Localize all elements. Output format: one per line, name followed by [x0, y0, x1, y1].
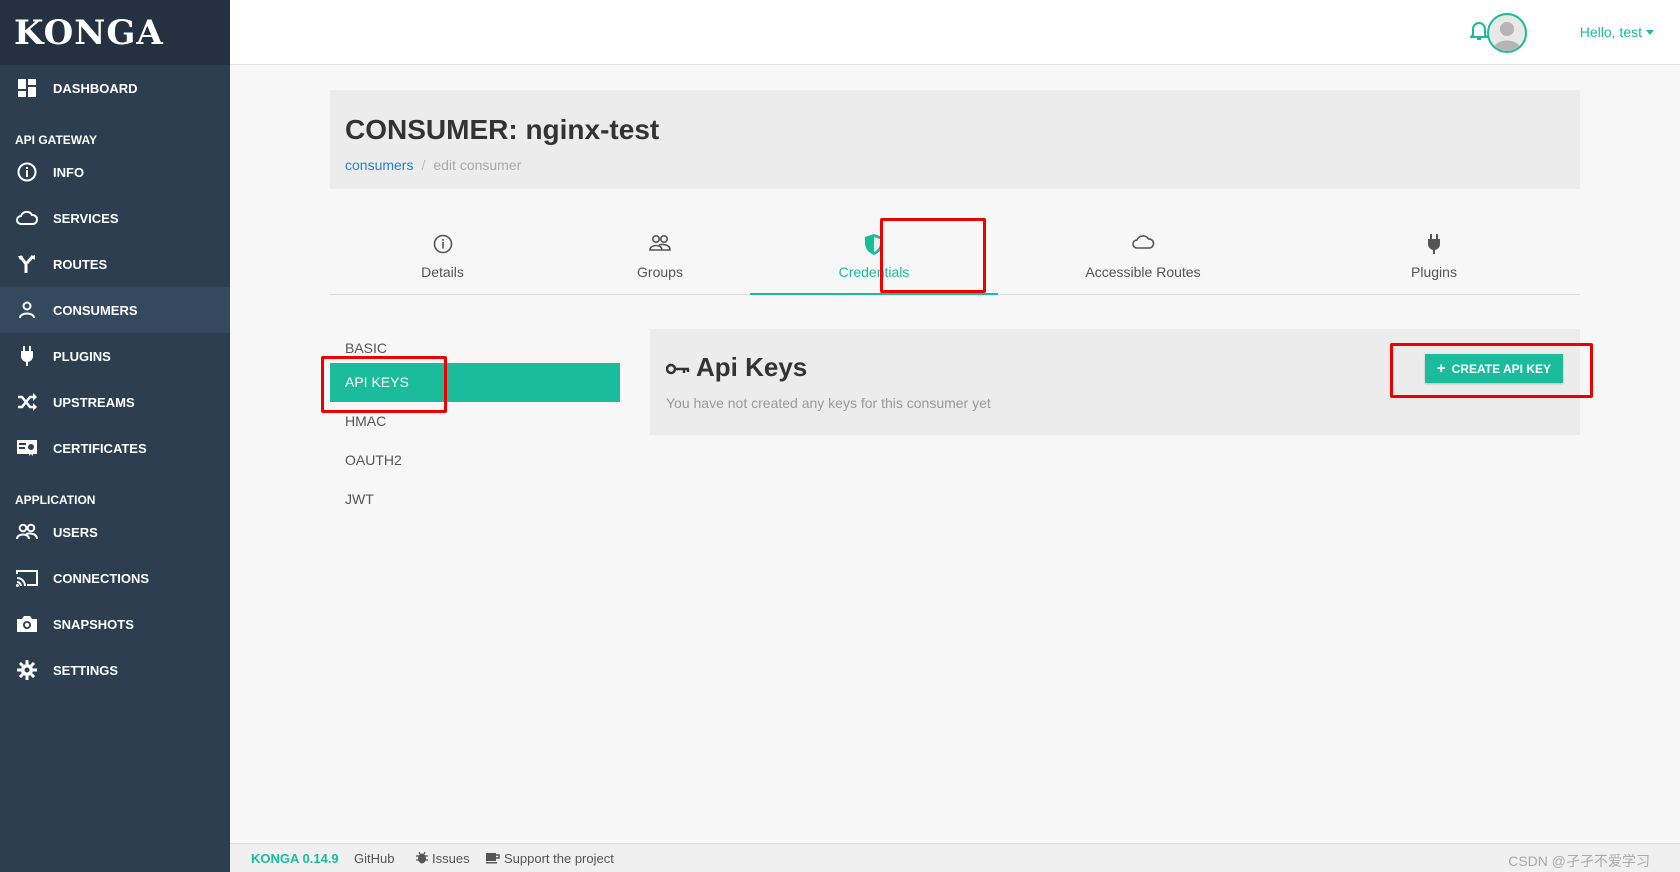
- sidebar-item-dashboard[interactable]: DASHBOARD: [0, 65, 230, 111]
- footer-support-link[interactable]: Support the project: [504, 851, 614, 866]
- sidebar-item-connections[interactable]: CONNECTIONS: [0, 555, 230, 601]
- tab-details[interactable]: Details: [330, 218, 555, 295]
- footer-version: KONGA 0.14.9: [251, 851, 339, 866]
- users-icon: [649, 234, 671, 255]
- highlight-box-api-keys: [321, 356, 447, 413]
- shuffle-icon: [16, 391, 38, 413]
- top-bar: Hello, test: [230, 0, 1680, 65]
- sidebar-item-label: CONSUMERS: [53, 302, 138, 318]
- avatar[interactable]: [1487, 13, 1527, 53]
- sidebar: KONGA DASHBOARD API GATEWAY INFO SERVICE…: [0, 0, 230, 872]
- footer-issues-link[interactable]: Issues: [432, 851, 470, 866]
- cloud-icon: [1131, 234, 1155, 253]
- sidebar-item-settings[interactable]: SETTINGS: [0, 647, 230, 693]
- breadcrumb-consumers[interactable]: consumers: [345, 157, 413, 173]
- certificate-icon: [16, 437, 38, 459]
- breadcrumb: consumers / edit consumer: [345, 157, 521, 173]
- sidebar-item-label: INFO: [53, 164, 85, 180]
- sidebar-item-users[interactable]: USERS: [0, 509, 230, 555]
- credential-jwt[interactable]: JWT: [330, 480, 620, 519]
- highlight-box-credentials: [880, 218, 986, 293]
- logo-bar: KONGA: [0, 0, 230, 65]
- cloud-icon: [16, 207, 38, 229]
- users-icon: [16, 521, 38, 543]
- sidebar-item-label: SNAPSHOTS: [53, 616, 134, 632]
- highlight-box-create-button: [1390, 343, 1593, 398]
- sidebar-item-label: CERTIFICATES: [53, 440, 147, 456]
- sidebar-item-certificates[interactable]: CERTIFICATES: [0, 425, 230, 471]
- breadcrumb-current: edit consumer: [433, 157, 522, 173]
- routes-icon: [16, 253, 38, 275]
- sidebar-item-label: UPSTREAMS: [53, 394, 135, 410]
- tab-accessible-routes[interactable]: Accessible Routes: [998, 218, 1288, 295]
- footer-github-link[interactable]: GitHub: [354, 851, 394, 866]
- sidebar-item-label: ROUTES: [53, 256, 108, 272]
- footer: KONGA 0.14.9 GitHub Issues Support the p…: [230, 843, 1680, 872]
- sidebar-item-label: SERVICES: [53, 210, 119, 226]
- sidebar-item-snapshots[interactable]: SNAPSHOTS: [0, 601, 230, 647]
- plug-icon: [1427, 234, 1441, 257]
- tab-label: Details: [421, 264, 464, 280]
- tab-label: Accessible Routes: [1085, 264, 1201, 280]
- sidebar-item-label: PLUGINS: [53, 348, 111, 364]
- user-icon: [16, 299, 38, 321]
- plug-icon: [16, 345, 38, 367]
- sidebar-item-info[interactable]: INFO: [0, 149, 230, 195]
- credential-oauth2[interactable]: OAUTH2: [330, 441, 620, 480]
- bell-icon[interactable]: [1468, 21, 1490, 46]
- coffee-icon: [486, 851, 500, 867]
- chevron-down-icon[interactable]: [1646, 30, 1654, 35]
- sidebar-item-label: SETTINGS: [53, 662, 119, 678]
- key-icon: [665, 362, 690, 381]
- panel-title: Api Keys: [696, 352, 808, 382]
- konga-logo[interactable]: KONGA: [14, 13, 164, 53]
- empty-message: You have not created any keys for this c…: [666, 395, 991, 411]
- sidebar-item-consumers[interactable]: CONSUMERS: [0, 287, 230, 333]
- page-title: CONSUMER: nginx-test: [345, 114, 660, 145]
- dashboard-icon: [16, 77, 38, 99]
- page-header: CONSUMER: nginx-test consumers / edit cons…: [330, 90, 1580, 189]
- sidebar-item-upstreams[interactable]: UPSTREAMS: [0, 379, 230, 425]
- camera-icon: [16, 613, 38, 635]
- tab-plugins[interactable]: Plugins: [1288, 218, 1580, 295]
- sidebar-item-label: CONNECTIONS: [53, 570, 150, 586]
- sidebar-item-label: DASHBOARD: [53, 80, 138, 96]
- cast-icon: [16, 567, 38, 589]
- watermark: CSDN @孑孑不爱学习: [1508, 853, 1650, 869]
- tab-groups[interactable]: Groups: [555, 218, 765, 295]
- sidebar-item-routes[interactable]: ROUTES: [0, 241, 230, 287]
- section-api-gateway: API GATEWAY: [15, 133, 98, 147]
- info-icon: [16, 161, 38, 183]
- section-application: APPLICATION: [15, 493, 96, 507]
- tab-label: Groups: [637, 264, 683, 280]
- bug-icon: [416, 851, 428, 867]
- info-icon: [433, 234, 453, 257]
- sidebar-item-label: USERS: [53, 524, 98, 540]
- tab-label: Plugins: [1411, 264, 1457, 280]
- breadcrumb-separator: /: [421, 157, 426, 173]
- sidebar-item-plugins[interactable]: PLUGINS: [0, 333, 230, 379]
- gear-icon: [16, 659, 38, 681]
- user-menu[interactable]: Hello, test: [1580, 24, 1642, 40]
- sidebar-item-services[interactable]: SERVICES: [0, 195, 230, 241]
